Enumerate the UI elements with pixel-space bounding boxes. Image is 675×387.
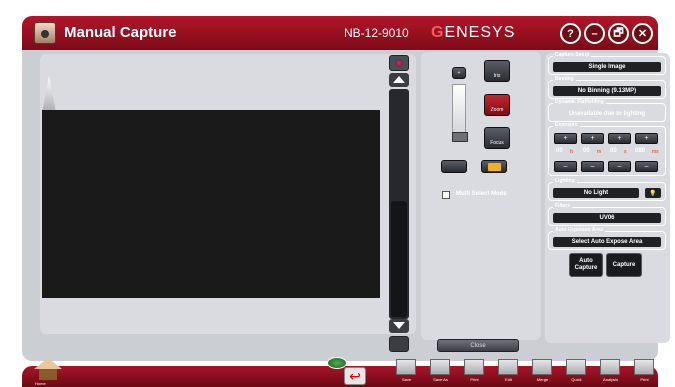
iris-button[interactable]: Iris [484, 60, 510, 82]
exposure-minutes-value[interactable]: 00 [583, 148, 590, 154]
exposure-ms-up-button[interactable]: + [635, 133, 658, 144]
focus-button[interactable]: Focus [484, 127, 510, 149]
flatfielding-label: Dynamic Flatfielding [553, 99, 606, 105]
close-window-button[interactable]: ✕ [632, 23, 653, 44]
filters-select[interactable]: UV06 [553, 213, 661, 223]
exposure-hours-down-button[interactable]: – [554, 161, 577, 172]
exposure-seconds-value[interactable]: 00 [610, 148, 617, 154]
multi-select-checkbox[interactable] [442, 191, 450, 199]
exposure-seconds-down-button[interactable]: – [608, 161, 631, 172]
close-selection-button[interactable]: Close [437, 339, 519, 352]
exposure-minutes-down-button[interactable]: – [581, 161, 604, 172]
camera-app-icon [34, 22, 56, 44]
exposure-hours-unit: h [570, 149, 573, 155]
select-auto-expose-area-button[interactable]: Select Auto Expose Area [553, 237, 661, 247]
capture-setup-group: Capture Setup Single Image [548, 52, 666, 75]
capture-button[interactable]: Capture [606, 253, 642, 277]
merge-icon [532, 359, 552, 375]
edit-tool-button[interactable]: Edit [495, 359, 522, 385]
color-wheel-icon[interactable] [389, 55, 409, 71]
print-report-tool-label: Print [640, 377, 649, 382]
serial-number: NB-12-9010 [344, 26, 409, 40]
save-as-tool-label: Save As [433, 377, 448, 382]
image-preview[interactable] [42, 110, 380, 298]
zoom-button[interactable]: Zoom [484, 94, 510, 116]
capture-setup-label: Capture Setup [553, 52, 592, 58]
auto-exposure-area-label: Auto Exposure Area [553, 227, 605, 233]
lighting-select[interactable]: No Light [553, 188, 639, 198]
selection-panel [421, 183, 541, 340]
print-report-icon [634, 359, 654, 375]
exposure-hours-up-button[interactable]: + [554, 133, 577, 144]
quick-tool-button[interactable]: Quick [563, 359, 590, 385]
print-tool-label: Print [470, 377, 479, 382]
binning-select[interactable]: No Binning (9.13MP) [553, 86, 661, 96]
home-icon[interactable] [34, 358, 62, 383]
analysis-icon [600, 359, 620, 375]
exposure-group: Exposure + + + + 00 h 00 m 00 s 080 ms –… [548, 122, 666, 176]
binning-label: Binning [553, 76, 576, 82]
exposure-ms-down-button[interactable]: – [635, 161, 658, 172]
light-bulb-icon[interactable]: 💡 [645, 188, 661, 198]
zoom-scrollbar [389, 55, 409, 352]
auto-exposure-area-group: Auto Exposure Area Select Auto Expose Ar… [548, 227, 666, 250]
exposure-label: Exposure [553, 122, 580, 128]
edit-icon [498, 359, 518, 375]
exposure-seconds-up-button[interactable]: + [608, 133, 631, 144]
camera-settings-button[interactable] [441, 160, 467, 173]
capture-setup-select[interactable]: Single Image [553, 62, 661, 72]
binning-group: Binning No Binning (9.13MP) [548, 76, 666, 99]
save-tool-button[interactable]: Save [393, 359, 420, 385]
exposure-hours-value[interactable]: 00 [556, 148, 563, 154]
lighting-label: Lighting [553, 178, 577, 184]
exposure-ms-value[interactable]: 080 [635, 148, 645, 154]
filters-label: Filters [553, 203, 573, 209]
save-as-tool-button[interactable]: Save As [427, 359, 454, 385]
quick-tool-label: Quick [571, 377, 582, 382]
merge-tool-label: Merge [536, 377, 549, 382]
help-button[interactable]: ? [560, 23, 581, 44]
printer-icon [464, 359, 484, 375]
zoom-slider-track[interactable] [452, 84, 466, 138]
brand-logo: GENESYS [431, 24, 516, 41]
multi-select-label: Multi Select Mode [456, 191, 507, 197]
zoom-in-button[interactable]: + [452, 67, 466, 79]
lighting-group: Lighting No Light 💡 [548, 178, 666, 201]
page-title: Manual Capture [64, 24, 177, 41]
fit-view-button[interactable] [389, 336, 409, 352]
analysis-tool-button[interactable]: Analysis [597, 359, 624, 385]
quick-icon [566, 359, 586, 375]
exposure-ms-unit: ms [652, 149, 659, 155]
minimize-button[interactable]: – [584, 23, 605, 44]
flatfielding-group: Dynamic Flatfielding Unavailable due to … [548, 99, 666, 122]
scroll-thumb[interactable] [391, 201, 407, 317]
zoom-slider-thumb[interactable] [452, 132, 468, 142]
exposure-minutes-up-button[interactable]: + [581, 133, 604, 144]
restore-button[interactable]: 🗗 [608, 23, 629, 44]
zoom-label: Zoom [490, 107, 504, 113]
scroll-up-button[interactable] [389, 73, 409, 87]
scroll-track[interactable] [389, 89, 409, 319]
scroll-down-button[interactable] [389, 319, 409, 333]
print-report-tool-button[interactable]: Print [631, 359, 658, 385]
edit-tool-label: Edit [505, 377, 512, 382]
merge-tool-button[interactable]: Merge [529, 359, 556, 385]
auto-capture-button[interactable]: Auto Capture [569, 253, 603, 277]
undo-arrow-icon[interactable]: ↩ [344, 367, 366, 385]
folder-icon[interactable] [481, 160, 507, 173]
title-bar: Manual Capture NB-12-9010 GENESYS ? – 🗗 … [22, 16, 658, 50]
exposure-seconds-unit: s [624, 149, 627, 155]
analysis-tool-label: Analysis [603, 377, 618, 382]
save-icon [396, 359, 416, 375]
print-tool-button[interactable]: Print [461, 359, 488, 385]
exposure-minutes-unit: m [597, 149, 602, 155]
save-tool-label: Save [401, 377, 412, 382]
home-label: Home [35, 381, 46, 386]
save-as-icon [430, 359, 450, 375]
flatfielding-status: Unavailable due to lighting [568, 111, 646, 117]
focus-label: Focus [490, 140, 504, 146]
iris-label: Iris [493, 73, 501, 79]
filters-group: Filters UV06 [548, 203, 666, 226]
